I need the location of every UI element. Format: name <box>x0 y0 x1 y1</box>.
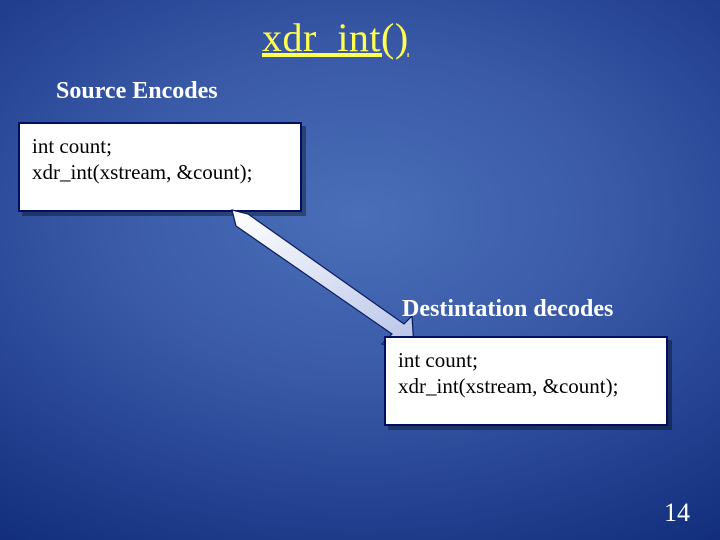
codebox-destination: int count; xdr_int(xstream, &count); <box>384 336 668 426</box>
code-source-line2: xdr_int(xstream, &count); <box>32 160 288 186</box>
code-dest-line1: int count; <box>398 348 654 374</box>
label-source-encodes: Source Encodes <box>56 78 218 105</box>
code-source-line1: int count; <box>32 134 288 160</box>
label-destination-decodes: Destintation decodes <box>402 296 613 323</box>
slide: xdr_int() Source Encodes int count; xdr_… <box>0 0 720 540</box>
codebox-source: int count; xdr_int(xstream, &count); <box>18 122 302 212</box>
page-number: 14 <box>664 498 690 528</box>
code-dest-line2: xdr_int(xstream, &count); <box>398 374 654 400</box>
slide-title: xdr_int() <box>262 14 409 61</box>
